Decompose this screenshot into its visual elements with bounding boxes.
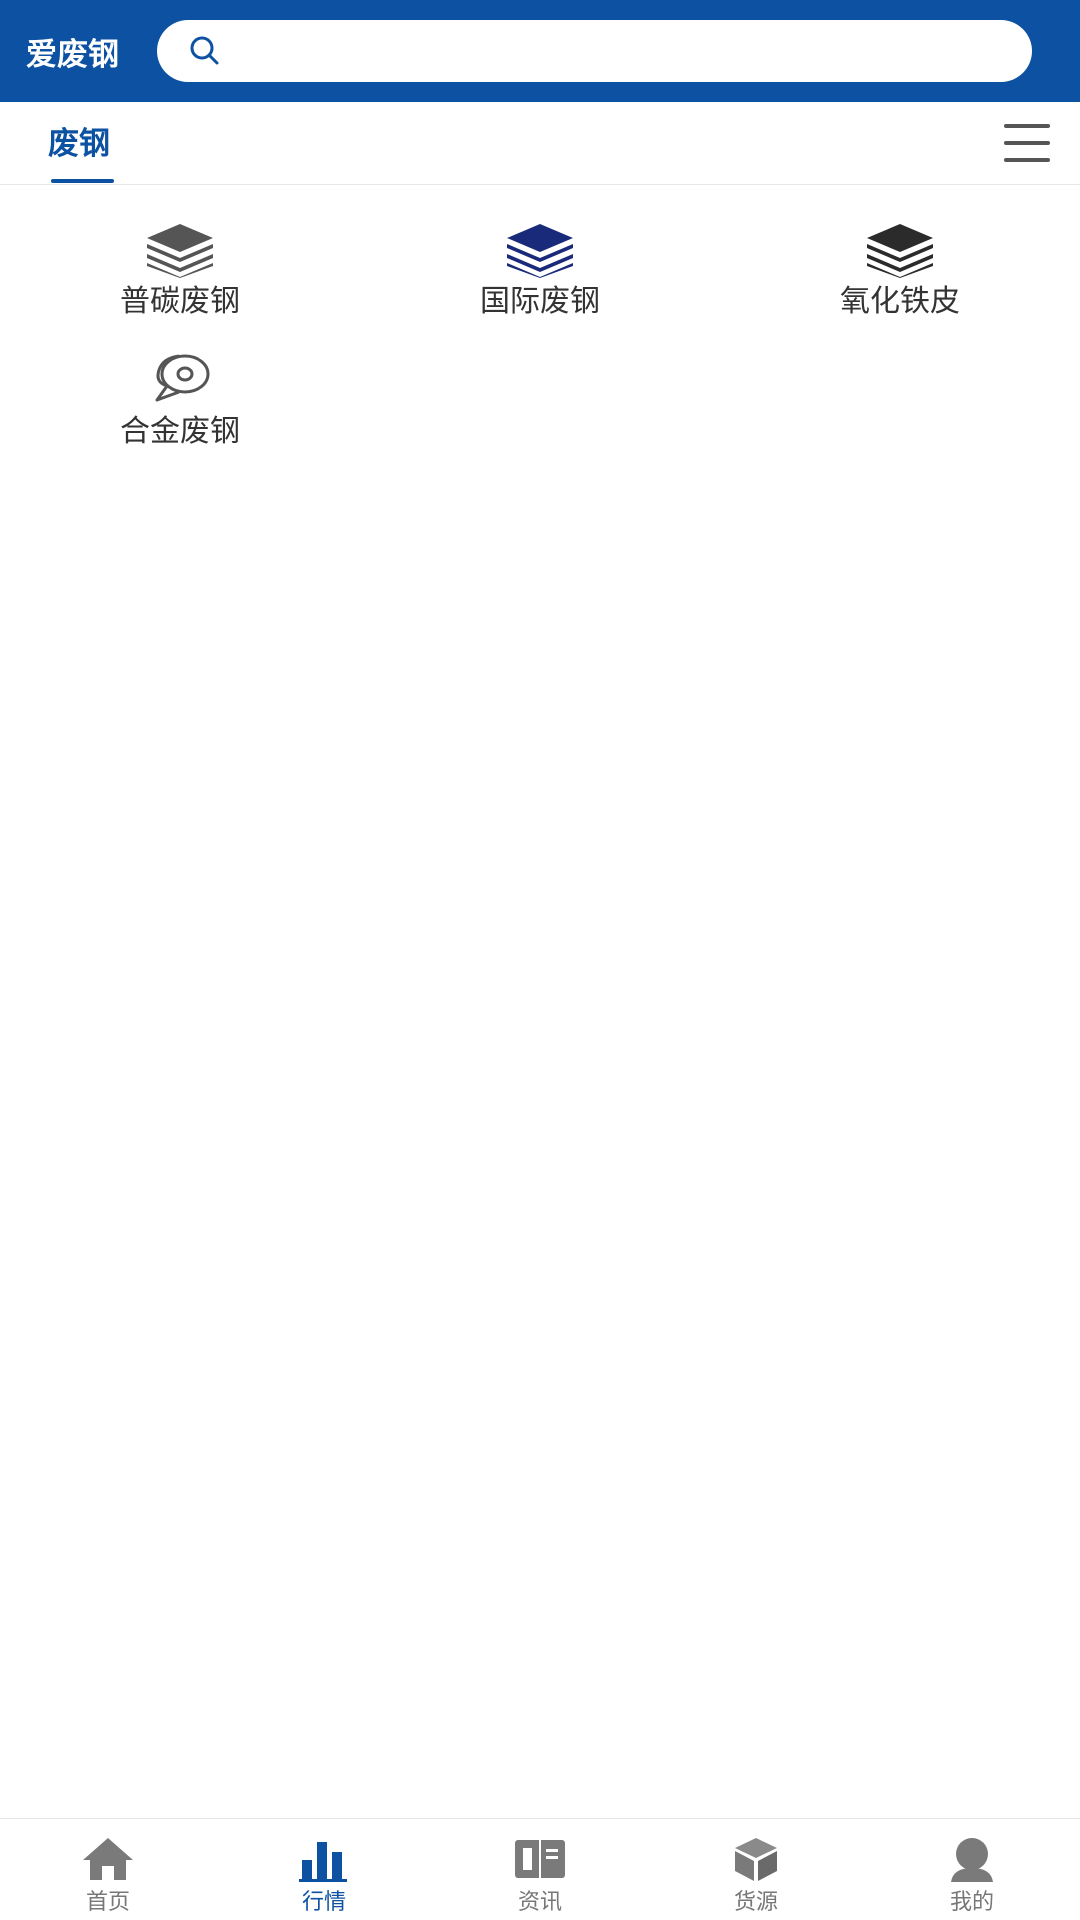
search-icon (187, 33, 223, 69)
nav-home[interactable]: 首页 (0, 1819, 216, 1920)
nav-news[interactable]: 资讯 (432, 1819, 648, 1920)
category-label: 国际废钢 (480, 284, 600, 319)
top-header: 爱废钢 (0, 0, 1080, 102)
category-item[interactable]: 氧化铁皮 (720, 220, 1080, 322)
category-tab-bar: 废钢 (0, 102, 1080, 185)
tab-active-indicator (51, 179, 114, 183)
book-icon (512, 1835, 568, 1883)
coil-icon (144, 350, 216, 410)
search-input[interactable] (237, 20, 1002, 82)
nav-market[interactable]: 行情 (216, 1819, 432, 1920)
tab-scrap-steel[interactable]: 废钢 (48, 102, 114, 185)
layers-icon (144, 220, 216, 280)
layers-icon (504, 220, 576, 280)
user-icon (944, 1835, 1000, 1883)
category-label: 普碳废钢 (120, 284, 240, 319)
nav-label: 我的 (949, 1890, 994, 1915)
nav-label: 货源 (733, 1890, 778, 1915)
nav-label: 行情 (301, 1890, 346, 1915)
category-grid: 普碳废钢 国际废钢 氧化铁皮 合金废钢 (0, 220, 1080, 452)
brand-logo-text: 爱废钢 (26, 36, 119, 73)
category-label: 氧化铁皮 (840, 284, 960, 319)
category-label: 合金废钢 (120, 414, 240, 449)
nav-profile[interactable]: 我的 (864, 1819, 1080, 1920)
nav-label: 首页 (85, 1890, 130, 1915)
menu-icon[interactable] (1004, 124, 1050, 162)
page: 爱废钢 废钢 普碳废钢 国际废钢 氧化铁皮 合金废钢 首页 行情 资讯 货源 我… (0, 0, 1080, 1920)
home-icon (80, 1835, 136, 1883)
bottom-nav: 首页 行情 资讯 货源 我的 (0, 1818, 1080, 1920)
box-icon (728, 1835, 784, 1883)
category-item[interactable]: 普碳废钢 (0, 220, 360, 322)
nav-label: 资讯 (517, 1890, 562, 1915)
search-bar[interactable] (157, 20, 1032, 82)
category-item[interactable]: 合金废钢 (0, 350, 360, 452)
nav-supply[interactable]: 货源 (648, 1819, 864, 1920)
category-item[interactable]: 国际废钢 (360, 220, 720, 322)
tab-label: 废钢 (48, 125, 110, 162)
layers-icon (864, 220, 936, 280)
bar-chart-icon (296, 1835, 352, 1883)
